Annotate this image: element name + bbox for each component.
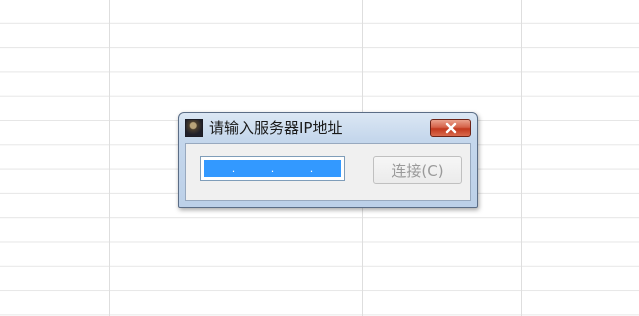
- dialog-title: 请输入服务器IP地址: [209, 119, 343, 137]
- close-button[interactable]: [430, 119, 471, 137]
- dialog-titlebar[interactable]: 请输入服务器IP地址: [179, 113, 477, 141]
- grid-column-line: [521, 0, 522, 316]
- close-icon: [445, 122, 456, 134]
- dialog-body: . . . 连接(C): [185, 143, 471, 201]
- server-ip-dialog: 请输入服务器IP地址 . . . 连接(C): [178, 112, 478, 208]
- connect-button[interactable]: 连接(C): [373, 156, 462, 184]
- ip-address-input[interactable]: . . .: [200, 156, 345, 181]
- grid-column-line: [109, 0, 110, 316]
- ip-separator: .: [270, 162, 275, 175]
- game-app-icon: [185, 119, 203, 137]
- ip-address-selection: . . .: [204, 160, 341, 177]
- ip-separator: .: [309, 162, 314, 175]
- ip-separator: .: [231, 162, 236, 175]
